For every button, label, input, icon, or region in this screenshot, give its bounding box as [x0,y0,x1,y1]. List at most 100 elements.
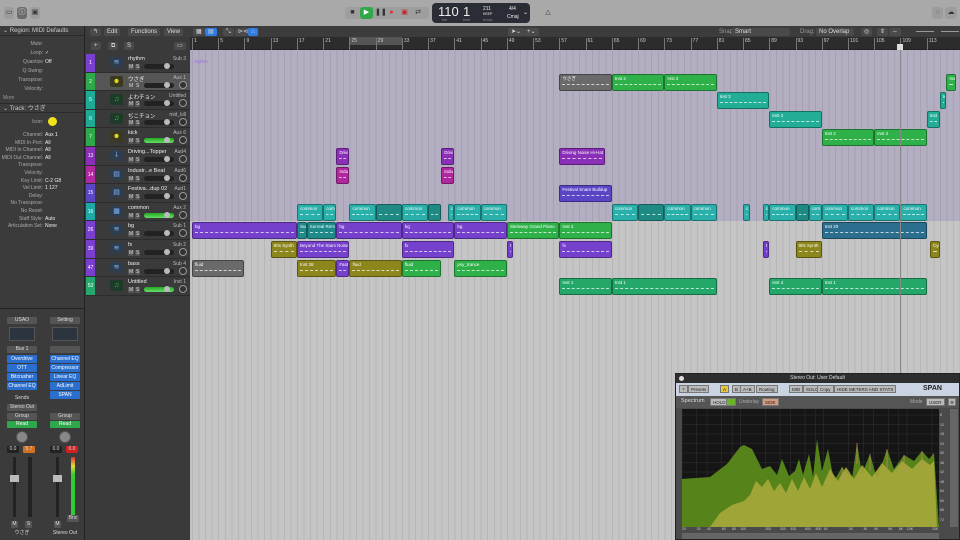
region[interactable]: Indus [441,166,455,184]
settings-icon[interactable]: ⚙ [948,398,957,406]
region[interactable]: common [690,203,717,221]
eq-thumbnail[interactable] [9,327,35,341]
volume-readout[interactable]: 0.0 [7,446,19,453]
track-name[interactable]: kick [128,130,137,136]
info-icon[interactable]: ⓘ [17,7,27,19]
region[interactable]: fluid [401,259,442,277]
group-slot[interactable]: Group [50,413,80,420]
mute-button[interactable]: M [128,231,135,238]
track-name[interactable]: よわチョン [128,93,156,101]
waveform-zoom-icon[interactable]: ◎ [861,28,873,36]
library-icon[interactable]: ▭ [4,7,14,19]
mute-button[interactable]: M [128,175,135,182]
track-name[interactable]: fx [128,242,132,248]
region[interactable]: common [664,203,691,221]
region[interactable]: fx [559,241,612,258]
volume-handle[interactable] [164,211,170,218]
mute-button[interactable]: M [128,119,135,126]
volume-slider[interactable] [144,100,174,107]
region[interactable]: In [939,92,947,110]
volume-handle[interactable] [164,63,170,69]
region[interactable]: Driving Noise Hi-Hat [559,148,606,165]
solo-button[interactable]: S [135,231,141,238]
track-header-rhythm[interactable]: 1 ≋ rhythm Sub 3 MS [86,54,190,73]
region[interactable]: I [762,241,770,258]
pan-knob[interactable] [179,285,187,294]
duplicate-track-icon[interactable]: ⧉ [108,42,119,50]
functions-menu[interactable]: Functions [128,28,161,36]
volume-handle[interactable] [164,230,170,237]
fader-cap[interactable] [10,475,19,482]
region[interactable]: Surreal Rem [306,222,337,240]
track-header[interactable]: ⌄ Track: ウさぎ [0,103,85,113]
pan-knob[interactable] [179,99,187,108]
mute-button[interactable]: M [128,250,135,256]
plugin-button[interactable]: A+B [740,385,755,393]
hold-color-swatch[interactable] [726,398,736,406]
pan-knob[interactable] [179,80,187,89]
region[interactable]: 80s Synth [270,241,297,258]
stop-button[interactable]: ■ [348,7,357,19]
param-value[interactable]: ✓ [45,49,49,57]
region[interactable]: Inst 2 [769,110,822,128]
pan-knob[interactable] [179,248,187,256]
snap-select[interactable]: Smart [732,28,790,36]
eq-thumbnail[interactable] [52,327,78,341]
edit-menu[interactable]: Edit [104,28,121,36]
volume-slider[interactable] [144,230,174,237]
region[interactable]: fx [401,241,455,258]
volume-handle[interactable] [164,249,170,255]
plugin-button[interactable]: ? [679,385,688,393]
mute-button[interactable]: M [128,194,135,201]
solo-button[interactable]: S [135,287,141,294]
volume-slider[interactable] [144,63,174,69]
pan-knob[interactable] [179,173,187,182]
region[interactable]: Drivi [441,148,455,165]
param-value[interactable]: Off [45,58,52,66]
plugin-slot[interactable]: AdLimit [50,382,80,390]
track-name[interactable]: Festiva...dup 02 [128,186,167,192]
volume-readout[interactable]: 0.0 [50,446,62,453]
mute-button[interactable]: M [128,101,135,108]
region[interactable]: Inst 28 [296,259,337,277]
region[interactable] [795,203,809,221]
volume-handle[interactable] [164,100,170,107]
track-header-Driving...Topper[interactable]: 13 ⸸ Driving...Topper Aud4 M S [86,147,190,166]
solo-button[interactable]: S [25,521,32,528]
solo-button[interactable]: S [135,175,141,182]
region[interactable] [375,203,402,221]
region[interactable]: Inst 1 [821,278,927,296]
notes-icon[interactable]: ◌ [932,7,943,19]
region[interactable]: common [611,203,639,221]
back-icon[interactable]: ↰ [90,28,102,36]
pan-knob[interactable] [179,229,187,238]
cycle-button[interactable]: ⇄ [412,7,424,19]
volume-handle[interactable] [164,267,170,274]
volume-slider[interactable] [144,156,174,162]
solo-button[interactable]: S [135,119,141,126]
volume-slider[interactable] [144,211,174,218]
volume-slider[interactable] [144,174,174,181]
track-header-kick[interactable]: 7 ☻ kick Aux 6MS [86,128,190,147]
volume-handle[interactable] [164,156,170,162]
plugin-button[interactable]: A [720,385,730,393]
region[interactable]: bg [336,222,402,240]
lcd-display[interactable]: 110 1 bar beat 211 KEEP tempo 4/4 Cmaj ⌄ [432,3,530,23]
track-name[interactable]: ぢこチョン [128,112,156,120]
region[interactable]: psy_trance [454,259,507,277]
mute-button[interactable]: M [128,64,135,70]
pan-knob[interactable] [179,136,187,145]
pan-knob[interactable] [16,431,28,443]
region[interactable]: common [874,203,901,221]
solo-button[interactable]: S [135,138,141,145]
vertical-zoom-icon[interactable]: ⇕ [877,28,889,36]
toolbar-icon[interactable]: ▣ [30,7,40,19]
region[interactable]: Inst 1 [611,278,717,296]
track-header-Industr...e Beat[interactable]: 14 ▤ Industr...e Beat Aud6 M S [86,165,190,185]
volume-handle[interactable] [164,118,170,125]
region[interactable]: c [743,203,750,221]
track-header-Festiva...dup 02[interactable]: 15 ▤ Festiva...dup 02 Aud1 M S [86,184,190,203]
track-header-Untitled[interactable]: 53 ♫ Untitled Inst 1MS [86,277,190,296]
mute-button[interactable]: M [54,521,61,528]
more-toggle[interactable]: More [0,94,85,102]
